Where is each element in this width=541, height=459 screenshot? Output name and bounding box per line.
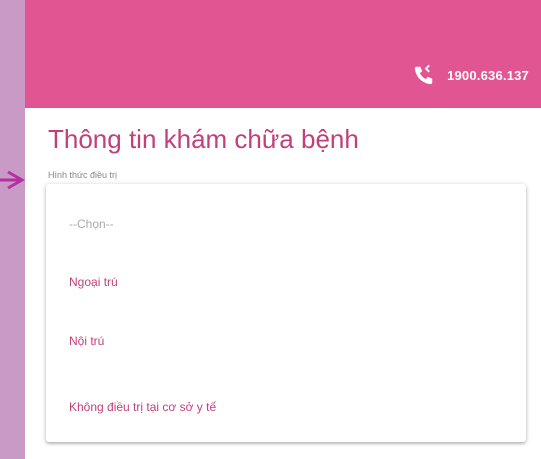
form-panel: 1900.636.137 Thông tin khám chữa bệnh Hì… <box>25 0 541 459</box>
phone-icon <box>414 64 433 85</box>
option-inpatient[interactable]: Nội trú <box>69 334 104 348</box>
option-outpatient[interactable]: Ngoại trú <box>69 275 118 289</box>
top-bar: 1900.636.137 <box>25 0 541 108</box>
treatment-type-dropdown[interactable]: --Chọn-- Ngoại trú Nội trú Không điều tr… <box>46 184 526 442</box>
section-title: Thông tin khám chữa bệnh <box>48 124 359 154</box>
option-no-treatment[interactable]: Không điều trị tại cơ sở y tế <box>69 400 216 414</box>
option-placeholder[interactable]: --Chọn-- <box>69 217 114 231</box>
phone-number[interactable]: 1900.636.137 <box>447 68 529 83</box>
hotline[interactable]: 1900.636.137 <box>413 63 529 87</box>
treatment-type-label: Hình thức điều trị <box>48 170 118 180</box>
